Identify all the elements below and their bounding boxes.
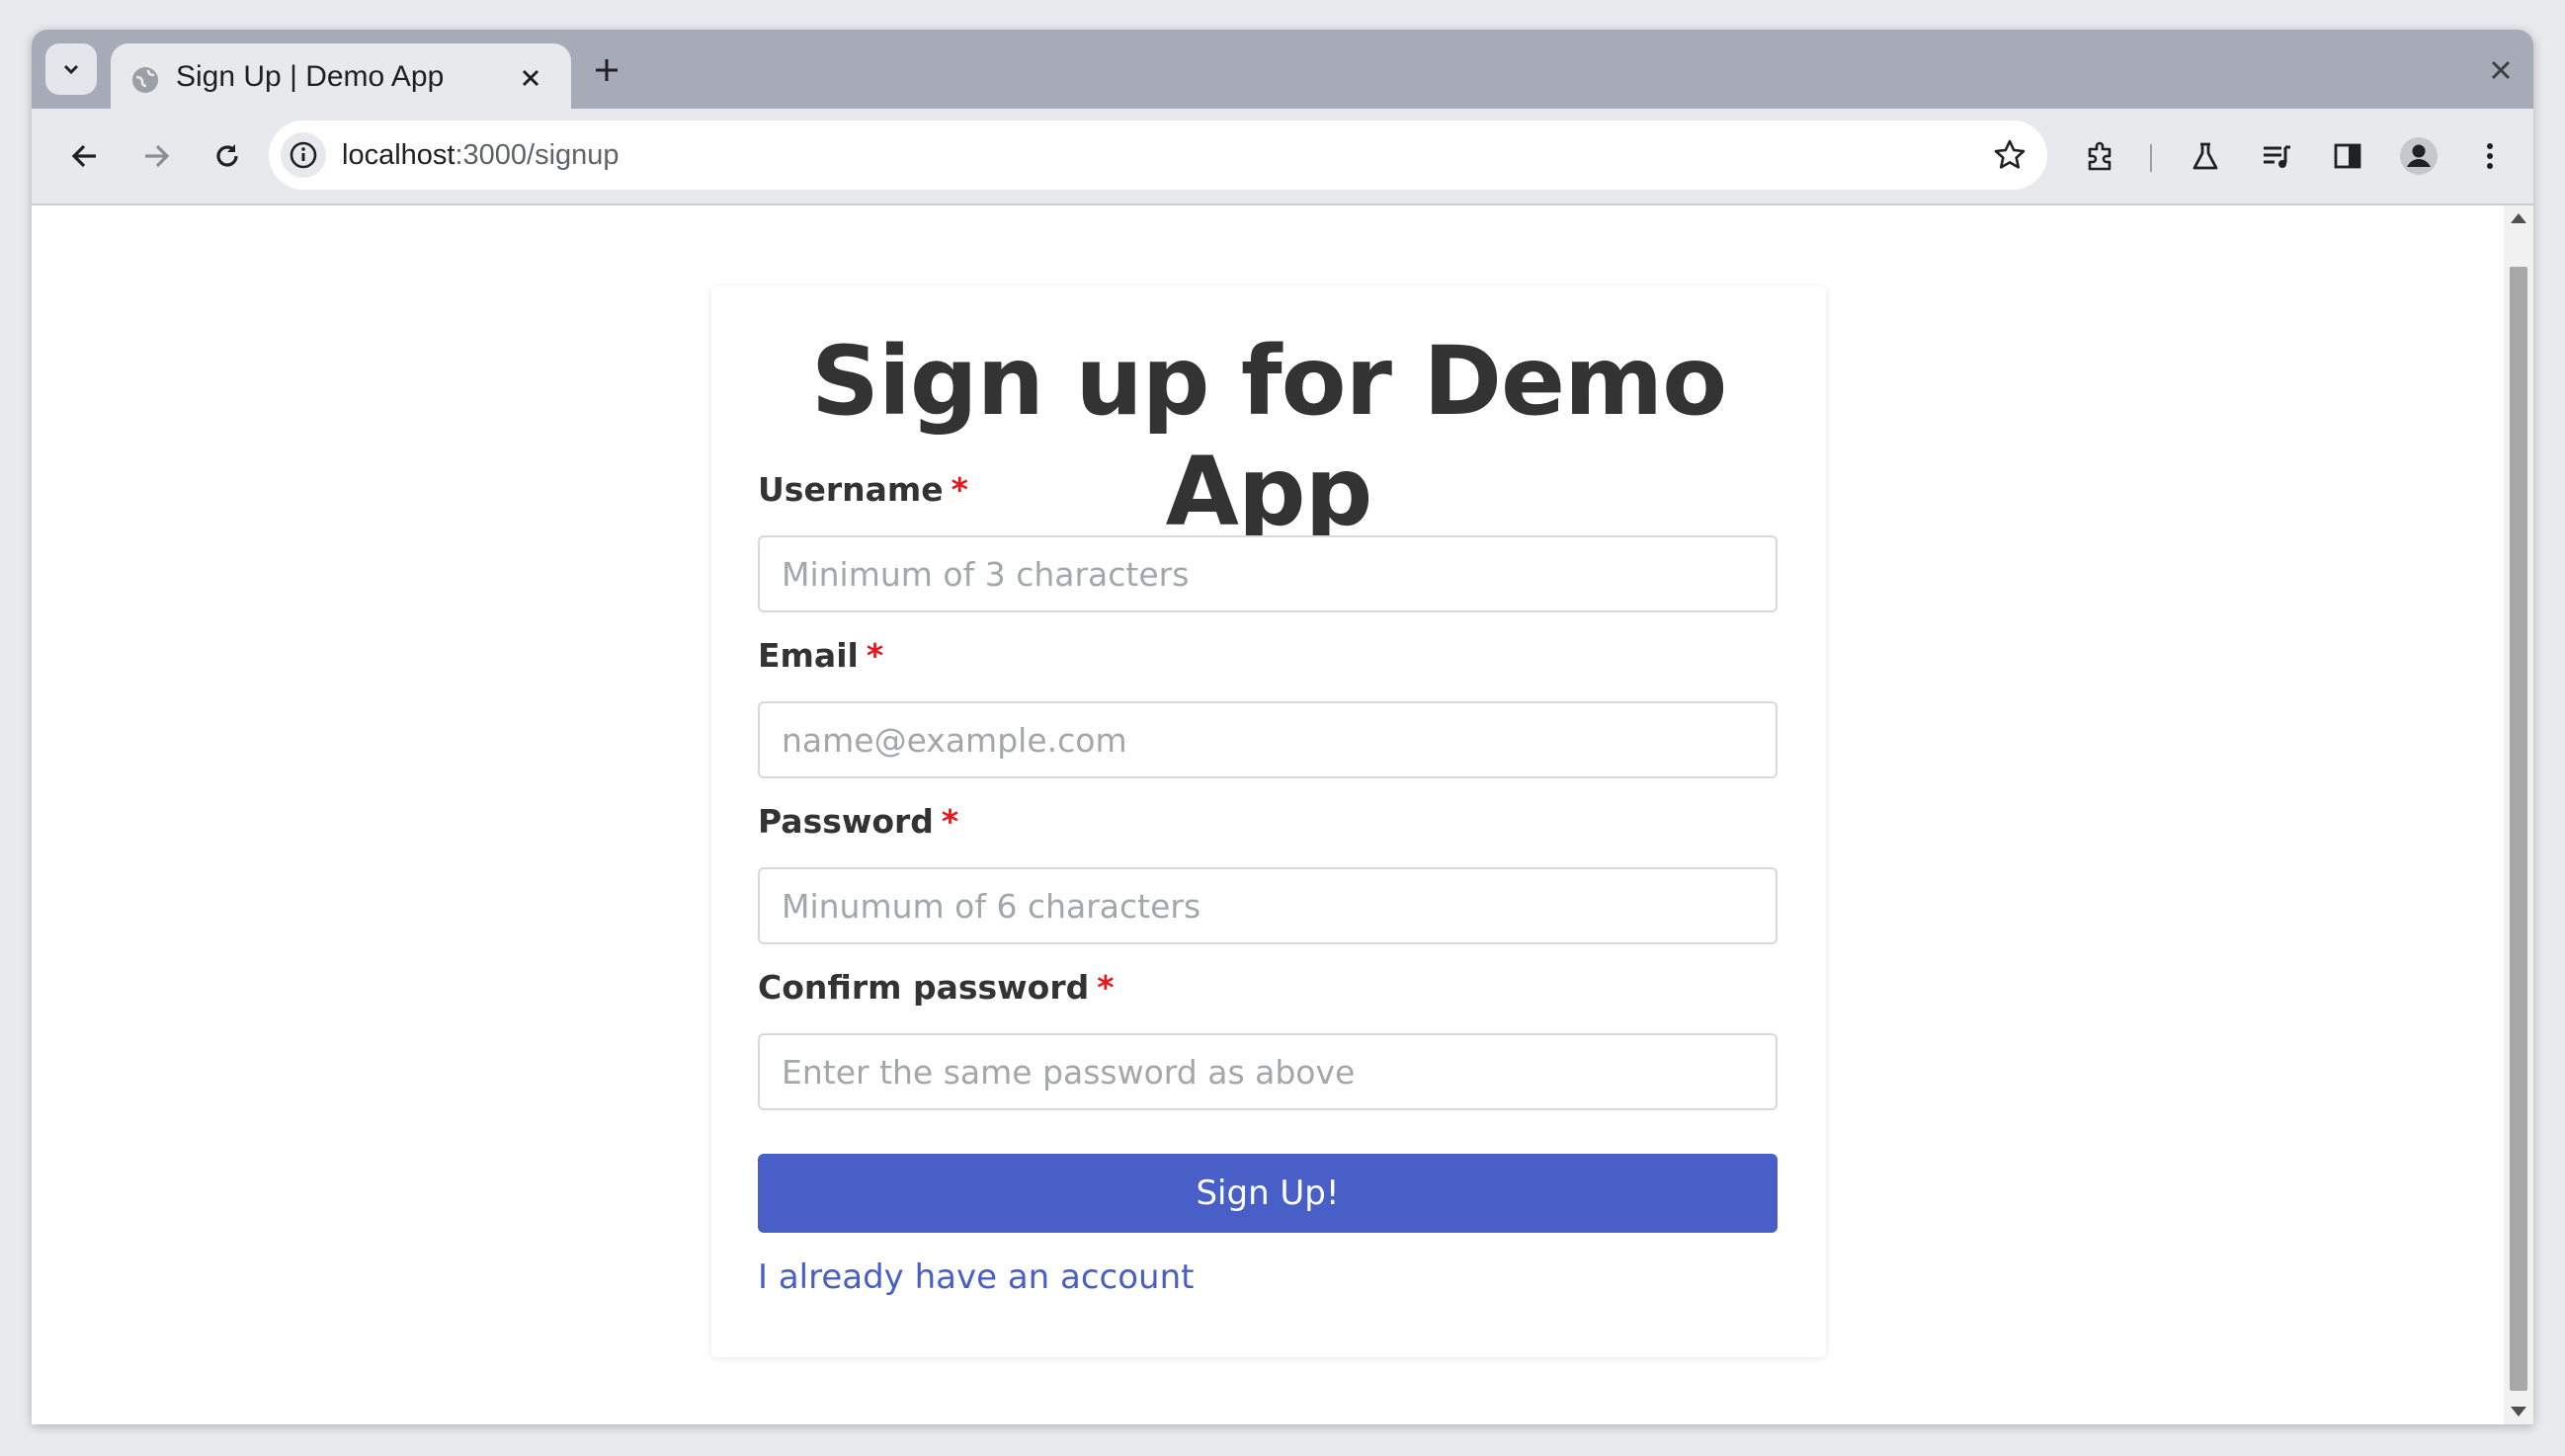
lab-flask-icon [2193,142,2218,170]
globe-icon [132,67,158,93]
site-info-button[interactable] [281,132,326,178]
required-marker: * [866,636,884,675]
plus-icon [596,59,618,81]
url-host: localhost [342,139,455,171]
email-input[interactable] [758,701,1778,778]
email-label-text: Email [758,636,859,675]
chevron-down-icon [63,64,79,75]
login-link[interactable]: I already have an account [758,1253,1195,1302]
url-path: :3000/signup [455,139,620,171]
toolbar-separator [2150,144,2152,172]
side-panel-button[interactable] [2326,134,2369,178]
signup-button[interactable]: Sign Up! [758,1154,1778,1233]
info-icon [290,141,317,169]
email-label: Email * [758,636,883,676]
tab-title: Sign Up | Demo App [176,60,445,93]
confirm-password-label-text: Confirm password [758,968,1090,1007]
page-title: Sign up for Demo App [810,326,1727,547]
reload-button[interactable] [206,134,249,178]
media-controls-button[interactable] [2255,134,2298,178]
profile-button[interactable] [2397,134,2441,178]
username-label-text: Username [758,470,944,509]
labs-button[interactable] [2184,134,2227,178]
window-close-button[interactable] [2486,55,2516,85]
back-arrow-icon [71,144,96,168]
confirm-password-input[interactable] [758,1033,1778,1110]
extensions-icon [2088,141,2111,171]
scroll-thumb[interactable] [2510,267,2527,1391]
password-label-text: Password [758,802,934,841]
menu-button[interactable] [2468,134,2512,178]
url-text: localhost:3000/signup [342,135,620,175]
forward-arrow-icon [145,144,170,168]
close-icon [2491,60,2511,80]
username-label: Username * [758,470,968,510]
confirm-password-label: Confirm password * [758,968,1115,1008]
browser-toolbar: localhost:3000/signup [32,109,2533,205]
forward-button[interactable] [134,134,178,178]
required-marker: * [941,802,959,841]
side-panel-icon [2334,143,2361,169]
bookmark-button[interactable] [1992,137,2027,173]
more-vert-icon [2487,143,2493,169]
media-controls-icon [2264,145,2290,168]
scroll-down-arrow-icon[interactable] [2511,1407,2526,1416]
password-input[interactable] [758,867,1778,944]
close-icon [522,69,539,87]
password-label: Password * [758,802,958,842]
star-icon [1994,139,2026,169]
back-button[interactable] [63,134,107,178]
extensions-button[interactable] [2079,134,2122,178]
reload-icon [216,144,238,167]
username-input[interactable] [758,535,1778,612]
tab-strip: Sign Up | Demo App [32,30,2533,109]
scroll-up-arrow-icon[interactable] [2511,213,2526,223]
required-marker: * [1097,968,1115,1007]
new-tab-button[interactable] [590,53,623,87]
required-marker: * [951,470,968,509]
signup-card: Sign up for Demo App Username* Email* Pa… [711,286,1826,1357]
close-tab-button[interactable] [516,63,545,93]
vertical-scrollbar[interactable] [2504,205,2533,1424]
page-viewport: Sign up for Demo App Username* Email* Pa… [32,205,2533,1424]
browser-window: Sign Up | Demo App localhost:3000/signup [32,30,2533,1424]
address-bar[interactable]: localhost:3000/signup [269,121,2047,190]
tab-search-button[interactable] [45,43,97,95]
profile-icon [2400,137,2438,175]
active-tab[interactable]: Sign Up | Demo App [111,43,571,109]
